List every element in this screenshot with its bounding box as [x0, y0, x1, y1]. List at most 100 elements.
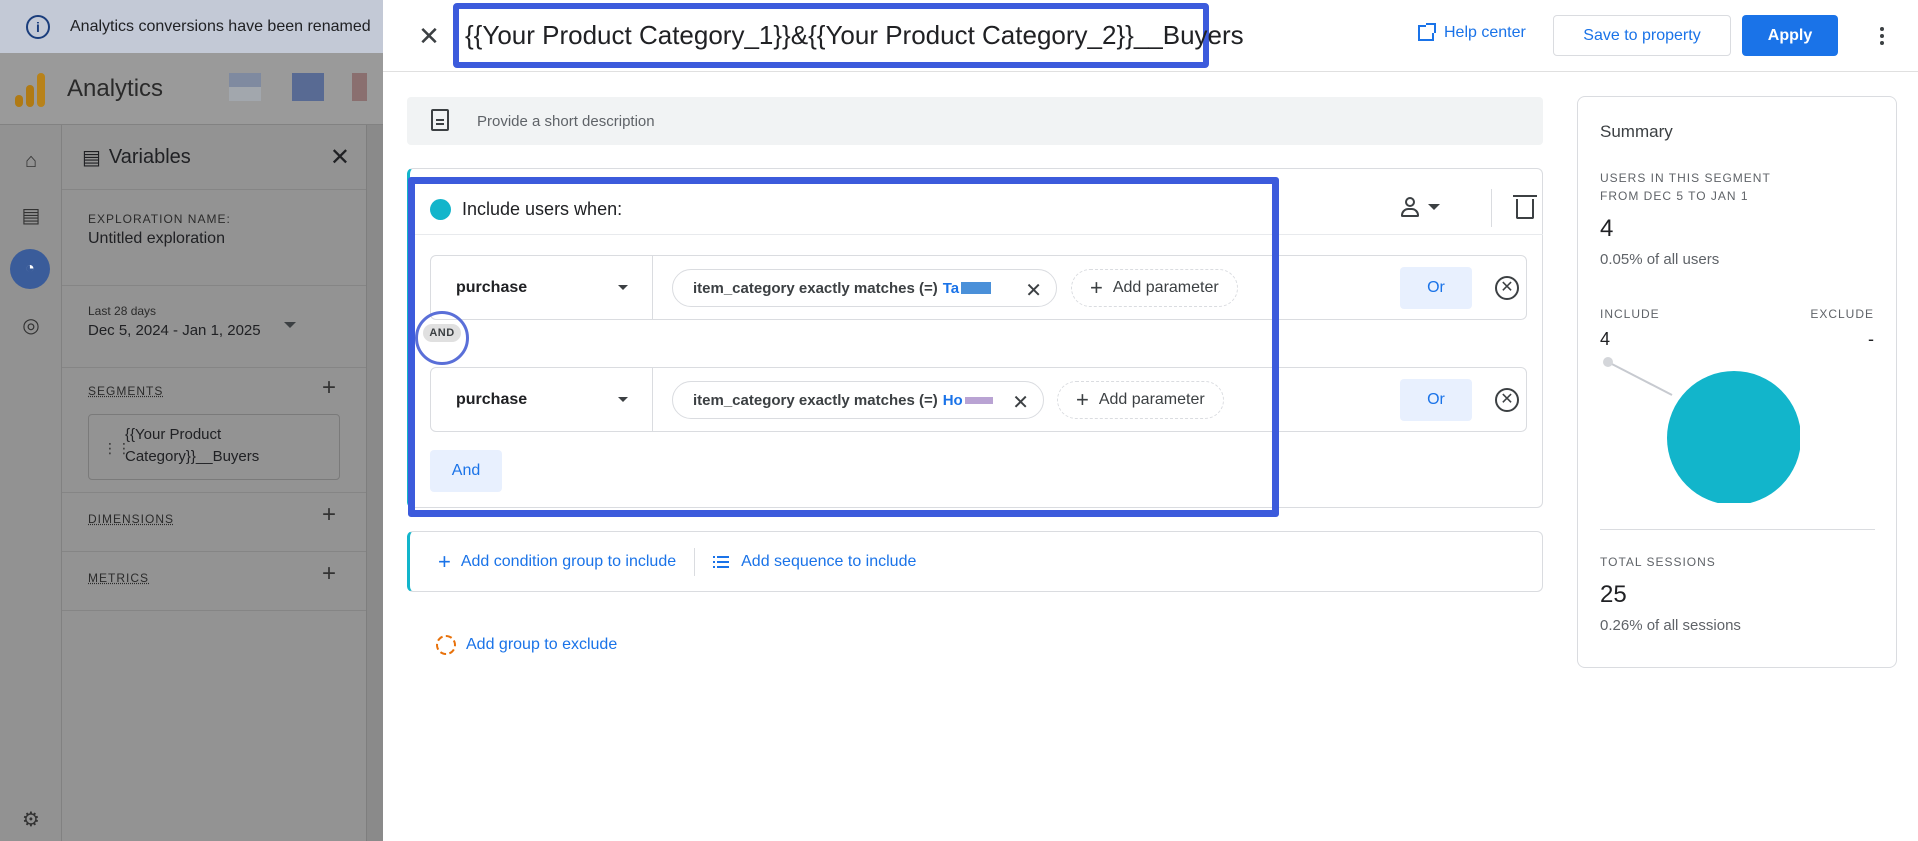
date-range-value: Dec 5, 2024 - Jan 1, 2025 — [88, 322, 261, 339]
include-count: 4 — [1600, 329, 1611, 349]
event-dropdown[interactable]: purchase — [431, 256, 653, 319]
property-thumbnail — [292, 73, 324, 101]
exclude-circle-icon — [436, 635, 456, 655]
include-condition-group: Include users when: purchase item_catego… — [407, 168, 1543, 508]
add-parameter-button[interactable]: + Add parameter — [1071, 269, 1238, 307]
reports-icon[interactable]: ▤ — [19, 203, 43, 227]
and-button[interactable]: And — [430, 450, 502, 492]
help-center-link[interactable]: Help center — [1418, 23, 1526, 42]
close-icon[interactable]: ✕ — [413, 20, 445, 52]
left-rail: ⌂ ▤ ◔ ◎ ⚙ — [0, 125, 62, 841]
save-to-property-button[interactable]: Save to property — [1553, 15, 1731, 56]
users-segment-block: USERS IN THIS SEGMENT FROM DEC 5 TO JAN … — [1600, 169, 1771, 268]
add-condition-group-label: Add condition group to include — [460, 552, 677, 570]
plus-icon: + — [1090, 275, 1103, 300]
exploration-name-section: EXPLORATION NAME: Untitled exploration — [62, 190, 366, 286]
remove-filter-icon[interactable]: ✕ — [1025, 278, 1042, 303]
more-options-icon[interactable] — [1870, 20, 1894, 52]
chevron-down-icon[interactable] — [284, 322, 296, 328]
include-color-dot — [430, 199, 451, 220]
open-in-new-icon — [1418, 23, 1436, 41]
segments-label: SEGMENTS — [88, 384, 164, 398]
summary-title: Summary — [1600, 122, 1673, 141]
remove-condition-icon[interactable]: ✕ — [1495, 388, 1519, 412]
add-condition-group-button[interactable]: + Add condition group to include — [438, 549, 676, 575]
variables-title: Variables — [108, 145, 191, 168]
redacted-value — [964, 396, 993, 404]
variables-panel: ▤ Variables ✕ EXPLORATION NAME: Untitled… — [62, 125, 367, 841]
event-dropdown[interactable]: purchase — [431, 368, 653, 431]
exploration-name-label: EXPLORATION NAME: — [88, 212, 231, 226]
include-users-label: Include users when: — [462, 199, 623, 219]
parameter-filter-chip[interactable]: item_category exactly matches (=) Ta ✕ — [672, 269, 1057, 307]
description-input[interactable]: Provide a short description — [407, 97, 1543, 145]
or-button[interactable]: Or — [1400, 379, 1472, 421]
condition-row: purchase item_category exactly matches (… — [430, 367, 1527, 432]
summary-panel: Summary USERS IN THIS SEGMENT FROM DEC 5… — [1577, 96, 1897, 668]
redacted-value — [961, 282, 992, 294]
users-count: 4 — [1600, 215, 1614, 242]
remove-condition-icon[interactable]: ✕ — [1495, 276, 1519, 300]
help-center-label: Help center — [1444, 24, 1526, 41]
segment-name-field[interactable]: {{Your Product Category_1}}&{{Your Produ… — [453, 3, 1244, 68]
event-name: purchase — [456, 390, 528, 408]
gear-icon[interactable]: ⚙ — [19, 807, 43, 831]
sequence-icon — [713, 555, 730, 569]
condition-scope-dropdown[interactable] — [1400, 197, 1440, 217]
plus-icon: + — [1076, 387, 1089, 412]
advertising-icon[interactable]: ◎ — [19, 313, 43, 337]
close-variables-icon[interactable]: ✕ — [330, 143, 350, 172]
variables-header: ▤ Variables ✕ — [62, 125, 366, 190]
add-metric-icon[interactable]: + — [322, 560, 336, 588]
add-parameter-label: Add parameter — [1112, 279, 1219, 296]
date-range-section[interactable]: Last 28 days Dec 5, 2024 - Jan 1, 2025 — [62, 286, 366, 368]
analytics-logo-icon — [15, 71, 47, 107]
sessions-label: TOTAL SESSIONS — [1600, 555, 1716, 569]
home-icon[interactable]: ⌂ — [19, 149, 43, 173]
pie-include-slice — [1667, 371, 1800, 503]
dialog-header: ✕ {{Your Product Category_1}}&{{Your Pro… — [383, 0, 1918, 72]
pie-exclude-dot — [1603, 357, 1613, 367]
filter-text: item_category exactly matches (=) — [693, 279, 938, 297]
property-thumbnail — [352, 73, 367, 101]
chevron-down-icon — [1428, 204, 1440, 210]
or-button[interactable]: Or — [1400, 267, 1472, 309]
include-label: INCLUDE — [1600, 307, 1660, 321]
segment-chip-label: {{Your Product Category}}__Buyers — [125, 426, 260, 465]
filter-text: item_category exactly matches (=) — [693, 391, 938, 409]
add-dimension-icon[interactable]: + — [322, 501, 336, 529]
chevron-down-icon — [618, 285, 628, 290]
segment-name-text[interactable]: {{Your Product Category_1}}&{{Your Produ… — [465, 20, 1244, 51]
metrics-label: METRICS — [88, 571, 149, 585]
add-exclude-group-button[interactable]: Add group to exclude — [436, 635, 617, 655]
filter-value: Ta — [942, 279, 960, 297]
add-parameter-button[interactable]: + Add parameter — [1057, 381, 1224, 419]
event-name: purchase — [456, 278, 528, 296]
sessions-block: TOTAL SESSIONS 25 0.26% of all sessions — [1600, 553, 1741, 634]
explore-icon[interactable]: ◔ — [10, 249, 50, 289]
chevron-down-icon — [618, 397, 628, 402]
property-thumbnail — [229, 73, 261, 101]
metrics-section: METRICS + — [62, 552, 366, 611]
exploration-name-input[interactable]: Untitled exploration — [88, 230, 340, 248]
condition-row: purchase item_category exactly matches (… — [430, 255, 1527, 320]
add-sequence-label: Add sequence to include — [741, 552, 917, 570]
segments-section: SEGMENTS + ⋮⋮ {{Your Product Category}}_… — [62, 368, 366, 493]
sessions-percent: 0.26% of all sessions — [1600, 617, 1741, 634]
parameter-filter-chip[interactable]: item_category exactly matches (=) Ho ✕ — [672, 381, 1044, 419]
variables-icon: ▤ — [82, 146, 101, 169]
users-label-line2: FROM DEC 5 TO JAN 1 — [1600, 189, 1749, 203]
segment-chip[interactable]: ⋮⋮ {{Your Product Category}}__Buyers — [88, 414, 340, 480]
segment-pie-chart — [1603, 357, 1800, 503]
apply-button[interactable]: Apply — [1742, 15, 1838, 56]
delete-group-icon[interactable] — [1513, 195, 1537, 219]
add-include-row: + Add condition group to include Add seq… — [407, 531, 1543, 592]
remove-filter-icon[interactable]: ✕ — [1012, 390, 1029, 415]
drag-handle-icon[interactable]: ⋮⋮ — [103, 437, 131, 459]
info-icon: i — [26, 14, 50, 39]
exclude-label: EXCLUDE — [1810, 307, 1874, 321]
add-segment-icon[interactable]: + — [322, 374, 336, 402]
and-operator-badge[interactable]: AND — [423, 324, 461, 342]
add-sequence-button[interactable]: Add sequence to include — [713, 553, 916, 571]
add-exclude-label: Add group to exclude — [466, 636, 618, 653]
